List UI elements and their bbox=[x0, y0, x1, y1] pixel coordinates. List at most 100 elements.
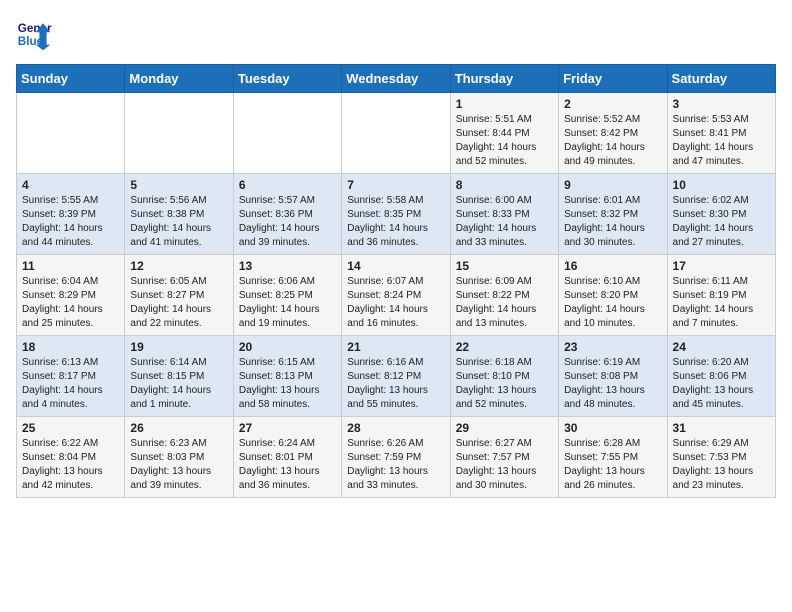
day-info: Sunrise: 6:04 AM Sunset: 8:29 PM Dayligh… bbox=[22, 275, 119, 331]
day-number: 28 bbox=[347, 421, 444, 435]
weekday-header-row: SundayMondayTuesdayWednesdayThursdayFrid… bbox=[17, 65, 776, 93]
day-number: 6 bbox=[239, 178, 336, 192]
calendar-cell: 2 Sunrise: 5:52 AM Sunset: 8:42 PM Daylig… bbox=[559, 93, 667, 174]
day-info: Sunrise: 5:57 AM Sunset: 8:36 PM Dayligh… bbox=[239, 194, 336, 250]
day-number: 7 bbox=[347, 178, 444, 192]
day-number: 11 bbox=[22, 259, 119, 273]
day-info: Sunrise: 6:26 AM Sunset: 7:59 PM Dayligh… bbox=[347, 437, 444, 493]
calendar-cell: 9 Sunrise: 6:01 AM Sunset: 8:32 PM Daylig… bbox=[559, 174, 667, 255]
day-info: Sunrise: 6:29 AM Sunset: 7:53 PM Dayligh… bbox=[673, 437, 770, 493]
day-number: 24 bbox=[673, 340, 770, 354]
weekday-header: Tuesday bbox=[233, 65, 341, 93]
day-info: Sunrise: 5:56 AM Sunset: 8:38 PM Dayligh… bbox=[130, 194, 227, 250]
weekday-header: Friday bbox=[559, 65, 667, 93]
calendar-cell: 30 Sunrise: 6:28 AM Sunset: 7:55 PM Dayli… bbox=[559, 417, 667, 498]
weekday-header: Saturday bbox=[667, 65, 775, 93]
calendar-cell: 5 Sunrise: 5:56 AM Sunset: 8:38 PM Daylig… bbox=[125, 174, 233, 255]
calendar-week-row: 25 Sunrise: 6:22 AM Sunset: 8:04 PM Dayli… bbox=[17, 417, 776, 498]
day-info: Sunrise: 6:28 AM Sunset: 7:55 PM Dayligh… bbox=[564, 437, 661, 493]
day-number: 27 bbox=[239, 421, 336, 435]
calendar-cell: 17Sunrise: 6:11 AM Sunset: 8:19 PM Dayli… bbox=[667, 255, 775, 336]
day-number: 2 bbox=[564, 97, 661, 111]
calendar-table: SundayMondayTuesdayWednesdayThursdayFrid… bbox=[16, 64, 776, 498]
calendar-week-row: 1 Sunrise: 5:51 AM Sunset: 8:44 PM Daylig… bbox=[17, 93, 776, 174]
calendar-cell: 25 Sunrise: 6:22 AM Sunset: 8:04 PM Dayli… bbox=[17, 417, 125, 498]
calendar-cell: 20Sunrise: 6:15 AM Sunset: 8:13 PM Dayli… bbox=[233, 336, 341, 417]
day-info: Sunrise: 6:23 AM Sunset: 8:03 PM Dayligh… bbox=[130, 437, 227, 493]
day-number: 17 bbox=[673, 259, 770, 273]
calendar-cell: 23Sunrise: 6:19 AM Sunset: 8:08 PM Dayli… bbox=[559, 336, 667, 417]
day-info: Sunrise: 6:27 AM Sunset: 7:57 PM Dayligh… bbox=[456, 437, 553, 493]
day-info: Sunrise: 5:51 AM Sunset: 8:44 PM Dayligh… bbox=[456, 113, 553, 169]
day-number: 15 bbox=[456, 259, 553, 273]
day-info: Sunrise: 6:22 AM Sunset: 8:04 PM Dayligh… bbox=[22, 437, 119, 493]
calendar-cell: 14Sunrise: 6:07 AM Sunset: 8:24 PM Dayli… bbox=[342, 255, 450, 336]
day-number: 4 bbox=[22, 178, 119, 192]
calendar-cell: 27 Sunrise: 6:24 AM Sunset: 8:01 PM Dayli… bbox=[233, 417, 341, 498]
day-number: 18 bbox=[22, 340, 119, 354]
weekday-header: Wednesday bbox=[342, 65, 450, 93]
day-info: Sunrise: 5:52 AM Sunset: 8:42 PM Dayligh… bbox=[564, 113, 661, 169]
day-info: Sunrise: 6:06 AM Sunset: 8:25 PM Dayligh… bbox=[239, 275, 336, 331]
calendar-cell bbox=[125, 93, 233, 174]
day-info: Sunrise: 6:02 AM Sunset: 8:30 PM Dayligh… bbox=[673, 194, 770, 250]
calendar-cell: 8 Sunrise: 6:00 AM Sunset: 8:33 PM Daylig… bbox=[450, 174, 558, 255]
calendar-cell bbox=[342, 93, 450, 174]
calendar-cell: 29 Sunrise: 6:27 AM Sunset: 7:57 PM Dayli… bbox=[450, 417, 558, 498]
day-number: 30 bbox=[564, 421, 661, 435]
calendar-cell: 24 Sunrise: 6:20 AM Sunset: 8:06 PM Dayli… bbox=[667, 336, 775, 417]
day-number: 13 bbox=[239, 259, 336, 273]
logo-icon: General Blue bbox=[16, 16, 52, 52]
day-info: Sunrise: 5:53 AM Sunset: 8:41 PM Dayligh… bbox=[673, 113, 770, 169]
day-info: Sunrise: 6:16 AM Sunset: 8:12 PM Dayligh… bbox=[347, 356, 444, 412]
day-info: Sunrise: 6:20 AM Sunset: 8:06 PM Dayligh… bbox=[673, 356, 770, 412]
calendar-cell: 19 Sunrise: 6:14 AM Sunset: 8:15 PM Dayli… bbox=[125, 336, 233, 417]
calendar-cell: 15 Sunrise: 6:09 AM Sunset: 8:22 PM Dayli… bbox=[450, 255, 558, 336]
day-number: 12 bbox=[130, 259, 227, 273]
calendar-cell: 6 Sunrise: 5:57 AM Sunset: 8:36 PM Daylig… bbox=[233, 174, 341, 255]
day-info: Sunrise: 5:58 AM Sunset: 8:35 PM Dayligh… bbox=[347, 194, 444, 250]
day-number: 8 bbox=[456, 178, 553, 192]
calendar-cell: 22 Sunrise: 6:18 AM Sunset: 8:10 PM Dayli… bbox=[450, 336, 558, 417]
day-number: 29 bbox=[456, 421, 553, 435]
day-info: Sunrise: 6:18 AM Sunset: 8:10 PM Dayligh… bbox=[456, 356, 553, 412]
calendar-cell bbox=[233, 93, 341, 174]
day-number: 5 bbox=[130, 178, 227, 192]
calendar-cell: 16 Sunrise: 6:10 AM Sunset: 8:20 PM Dayli… bbox=[559, 255, 667, 336]
day-info: Sunrise: 6:09 AM Sunset: 8:22 PM Dayligh… bbox=[456, 275, 553, 331]
calendar-cell: 7 Sunrise: 5:58 AM Sunset: 8:35 PM Daylig… bbox=[342, 174, 450, 255]
day-info: Sunrise: 6:13 AM Sunset: 8:17 PM Dayligh… bbox=[22, 356, 119, 412]
day-info: Sunrise: 6:19 AM Sunset: 8:08 PM Dayligh… bbox=[564, 356, 661, 412]
weekday-header: Sunday bbox=[17, 65, 125, 93]
calendar-cell: 12 Sunrise: 6:05 AM Sunset: 8:27 PM Dayli… bbox=[125, 255, 233, 336]
calendar-cell: 31Sunrise: 6:29 AM Sunset: 7:53 PM Dayli… bbox=[667, 417, 775, 498]
day-number: 21 bbox=[347, 340, 444, 354]
calendar-cell: 4 Sunrise: 5:55 AM Sunset: 8:39 PM Daylig… bbox=[17, 174, 125, 255]
day-info: Sunrise: 6:24 AM Sunset: 8:01 PM Dayligh… bbox=[239, 437, 336, 493]
weekday-header: Monday bbox=[125, 65, 233, 93]
calendar-cell: 13 Sunrise: 6:06 AM Sunset: 8:25 PM Dayli… bbox=[233, 255, 341, 336]
day-number: 3 bbox=[673, 97, 770, 111]
day-number: 25 bbox=[22, 421, 119, 435]
day-info: Sunrise: 6:00 AM Sunset: 8:33 PM Dayligh… bbox=[456, 194, 553, 250]
calendar-week-row: 18 Sunrise: 6:13 AM Sunset: 8:17 PM Dayli… bbox=[17, 336, 776, 417]
day-info: Sunrise: 6:15 AM Sunset: 8:13 PM Dayligh… bbox=[239, 356, 336, 412]
day-info: Sunrise: 6:14 AM Sunset: 8:15 PM Dayligh… bbox=[130, 356, 227, 412]
day-number: 9 bbox=[564, 178, 661, 192]
day-number: 22 bbox=[456, 340, 553, 354]
logo: General Blue bbox=[16, 16, 52, 52]
day-number: 1 bbox=[456, 97, 553, 111]
calendar-cell: 18 Sunrise: 6:13 AM Sunset: 8:17 PM Dayli… bbox=[17, 336, 125, 417]
calendar-cell: 21 Sunrise: 6:16 AM Sunset: 8:12 PM Dayli… bbox=[342, 336, 450, 417]
calendar-week-row: 4 Sunrise: 5:55 AM Sunset: 8:39 PM Daylig… bbox=[17, 174, 776, 255]
day-number: 19 bbox=[130, 340, 227, 354]
day-info: Sunrise: 6:01 AM Sunset: 8:32 PM Dayligh… bbox=[564, 194, 661, 250]
calendar-week-row: 11 Sunrise: 6:04 AM Sunset: 8:29 PM Dayli… bbox=[17, 255, 776, 336]
day-info: Sunrise: 5:55 AM Sunset: 8:39 PM Dayligh… bbox=[22, 194, 119, 250]
day-number: 14 bbox=[347, 259, 444, 273]
day-info: Sunrise: 6:10 AM Sunset: 8:20 PM Dayligh… bbox=[564, 275, 661, 331]
day-number: 16 bbox=[564, 259, 661, 273]
calendar-cell: 3 Sunrise: 5:53 AM Sunset: 8:41 PM Daylig… bbox=[667, 93, 775, 174]
calendar-cell: 11 Sunrise: 6:04 AM Sunset: 8:29 PM Dayli… bbox=[17, 255, 125, 336]
day-info: Sunrise: 6:05 AM Sunset: 8:27 PM Dayligh… bbox=[130, 275, 227, 331]
